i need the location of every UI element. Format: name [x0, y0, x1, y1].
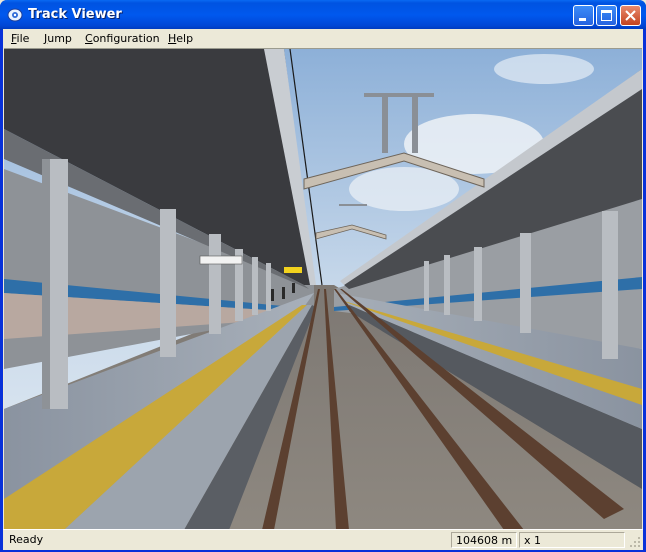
title-bar[interactable]: Track Viewer — [0, 0, 646, 30]
pillar — [209, 234, 221, 334]
menu-help[interactable]: Help — [168, 32, 193, 45]
menu-jump-label: ump — [47, 32, 72, 45]
catenary-post — [382, 93, 388, 153]
catenary-crossbar — [339, 204, 367, 206]
menu-configuration-label: onfiguration — [92, 32, 160, 45]
maximize-icon — [601, 10, 612, 21]
maximize-button[interactable] — [596, 5, 617, 26]
pillar — [424, 261, 429, 311]
menu-bar: File Jump Configuration Help — [3, 29, 643, 48]
pillar — [266, 263, 271, 311]
minimize-button[interactable] — [573, 5, 594, 26]
close-button[interactable] — [620, 5, 641, 26]
pillar — [160, 209, 176, 357]
station-sign — [199, 255, 243, 265]
catenary-post — [412, 93, 418, 153]
menu-help-label: elp — [176, 32, 194, 45]
menu-configuration[interactable]: Configuration — [85, 32, 160, 45]
person — [282, 287, 285, 299]
pillar-shade — [42, 159, 50, 409]
train-station-scene — [4, 49, 642, 530]
close-icon — [625, 10, 636, 21]
menu-file-label: ile — [16, 32, 30, 45]
pillar — [520, 233, 531, 333]
cloud — [494, 54, 594, 84]
app-window: Track Viewer File Jump Configuration Hel… — [0, 0, 646, 552]
resize-grip-icon[interactable] — [629, 534, 641, 548]
status-distance: 104608 m — [451, 532, 517, 548]
menu-file[interactable]: File — [11, 32, 29, 45]
person — [292, 283, 295, 293]
pillar — [252, 257, 258, 315]
person — [271, 289, 274, 301]
status-bar: Ready 104608 m x 1 — [3, 529, 643, 550]
pillar — [444, 255, 450, 315]
catenary-crossbar — [364, 93, 434, 97]
window-title: Track Viewer — [28, 7, 122, 22]
track-viewer-app-icon — [7, 7, 23, 23]
3d-viewport[interactable] — [4, 48, 642, 530]
pillar — [602, 211, 618, 359]
minimize-icon — [579, 18, 586, 21]
status-text: Ready — [9, 533, 44, 546]
status-speed-multiplier: x 1 — [519, 532, 625, 548]
menu-configuration-mnemonic: C — [85, 32, 93, 45]
pillar — [474, 247, 482, 321]
station-sign-yellow — [284, 267, 302, 273]
menu-jump[interactable]: Jump — [44, 32, 72, 45]
